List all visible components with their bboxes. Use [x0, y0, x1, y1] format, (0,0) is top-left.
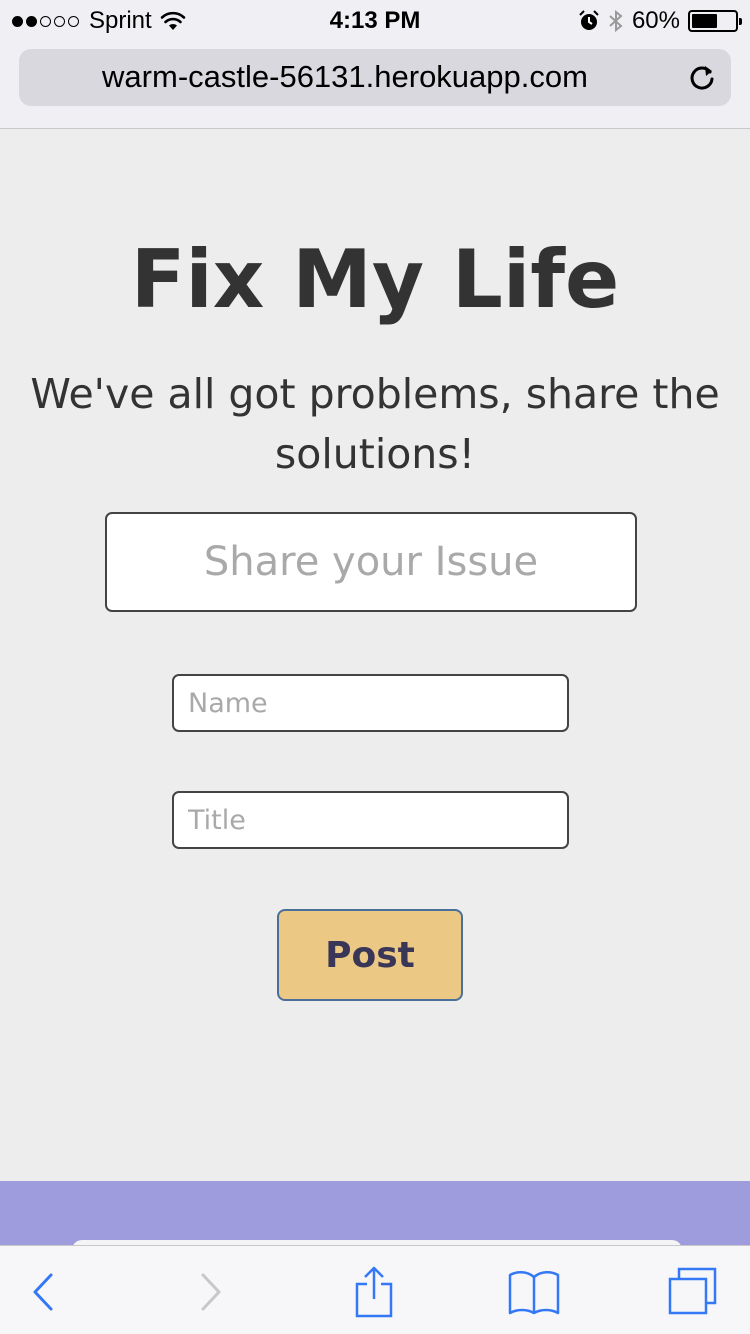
browser-toolbar — [0, 1245, 750, 1334]
battery-icon — [688, 10, 742, 32]
issue-input[interactable] — [105, 512, 637, 612]
share-button[interactable] — [346, 1264, 402, 1320]
back-icon[interactable] — [31, 1272, 55, 1312]
tabs-icon[interactable] — [667, 1267, 719, 1317]
page-title: Fix My Life — [130, 233, 620, 326]
title-input[interactable] — [172, 791, 569, 849]
url-text[interactable]: warm-castle-56131.herokuapp.com — [19, 59, 671, 95]
bookmarks-button[interactable] — [506, 1264, 562, 1320]
tabs-button[interactable] — [665, 1264, 721, 1320]
name-input[interactable] — [172, 674, 569, 732]
bluetooth-icon — [609, 9, 623, 33]
tagline: We've all got problems, share the soluti… — [30, 370, 720, 478]
share-icon[interactable] — [354, 1266, 394, 1318]
battery-percent: 60% — [631, 7, 680, 34]
status-right: 60% — [578, 7, 742, 35]
back-button[interactable] — [15, 1264, 71, 1320]
forward-icon[interactable] — [199, 1272, 223, 1312]
browser-address-bar: warm-castle-56131.herokuapp.com — [0, 40, 750, 129]
alarm-icon — [579, 10, 599, 30]
status-bar: Sprint 4:13 PM 60% — [0, 0, 750, 40]
reload-icon[interactable] — [687, 63, 717, 93]
forward-button[interactable] — [183, 1264, 239, 1320]
post-button[interactable]: Post — [277, 909, 463, 1001]
url-field[interactable]: warm-castle-56131.herokuapp.com — [19, 49, 731, 106]
bookmarks-icon[interactable] — [507, 1269, 561, 1315]
